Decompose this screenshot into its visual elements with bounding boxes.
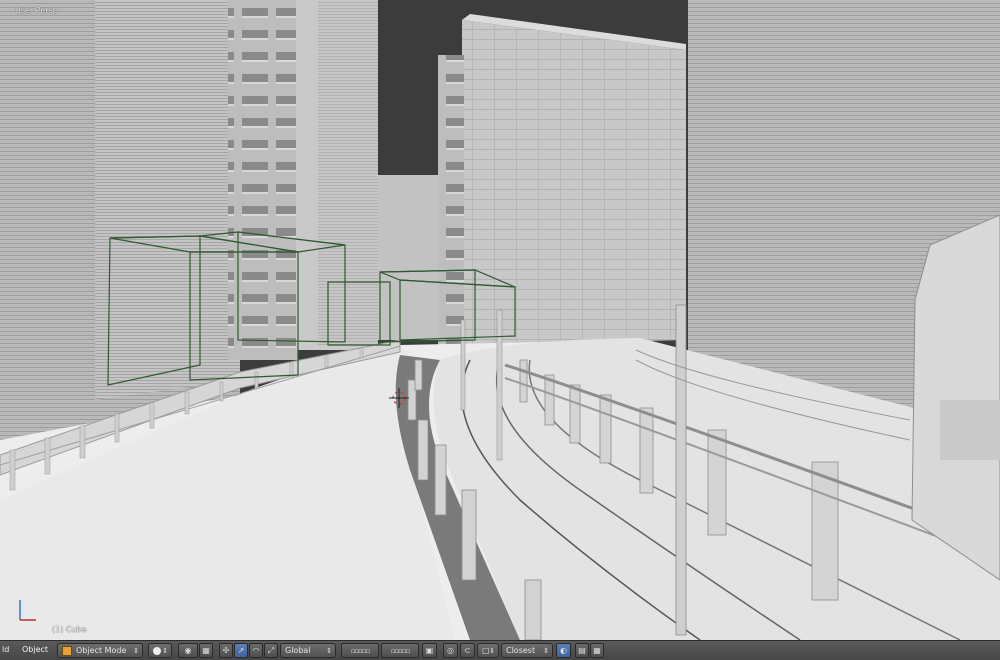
orientation-dropdown[interactable]: Global ⇕ — [280, 643, 336, 658]
scale-icon[interactable]: ⤢ — [264, 643, 278, 658]
solid-sphere-icon — [153, 646, 161, 655]
pole-mid — [496, 309, 503, 461]
tall-pole — [675, 304, 687, 636]
snap-magnet-icon[interactable]: ⊂ — [460, 643, 475, 658]
train-car — [911, 214, 1000, 581]
render-animation-icon[interactable]: ▦ — [590, 643, 604, 658]
viewport-header: ld Object Object Mode ⇕ ⇕ ◉ ▦ ✣ ↗ ◠ ⤢ Gl… — [0, 640, 1000, 660]
rotate-icon[interactable]: ◠ — [249, 643, 263, 658]
dropdown-arrows-icon: ⇕ — [133, 647, 139, 655]
pole-near-curve — [460, 319, 466, 411]
render-icon[interactable]: ▤ — [575, 643, 589, 658]
center-building — [462, 20, 686, 345]
object-cube-icon — [62, 645, 72, 656]
align-icon[interactable]: ▦ — [199, 643, 213, 658]
lock-layers-icon[interactable]: ▣ — [422, 643, 437, 658]
translate-icon[interactable]: ↗ — [234, 643, 248, 658]
layer-grid-icon-2[interactable]: ▫▫▫▫▫ — [381, 643, 419, 658]
round-tower-stripes — [318, 0, 378, 345]
3d-viewport[interactable]: User Persp (1) Cube — [0, 0, 1000, 640]
proportional-edit-icon[interactable]: ◎ — [443, 643, 458, 658]
snap-rotation-icon[interactable]: ◐ — [556, 643, 571, 658]
manipulator-toggle-icon[interactable]: ✣ — [219, 643, 233, 658]
snap-target-label: Closest — [506, 646, 536, 655]
distant-building — [376, 175, 446, 340]
pivot-point-icon[interactable]: ◉ — [178, 643, 198, 658]
active-object-label: (1) Cube — [52, 625, 87, 634]
mode-label: Object Mode — [76, 646, 127, 655]
view-label: User Persp — [15, 6, 58, 15]
scene-render — [0, 0, 1000, 640]
left-building-face — [95, 0, 240, 400]
viewport-shading-dropdown[interactable]: ⇕ — [148, 643, 172, 658]
orientation-label: Global — [285, 646, 311, 655]
layer-grid-icon[interactable]: ▫▫▫▫▫ — [341, 643, 379, 658]
mode-dropdown[interactable]: Object Mode ⇕ — [57, 643, 143, 658]
object-menu[interactable]: Object — [20, 643, 52, 658]
snap-element-dropdown[interactable]: ▢ ⇕ — [477, 643, 499, 658]
center-building-balconies — [438, 55, 464, 345]
view-menu[interactable]: ld — [0, 643, 12, 658]
snap-target-dropdown[interactable]: Closest ⇕ — [501, 643, 553, 658]
